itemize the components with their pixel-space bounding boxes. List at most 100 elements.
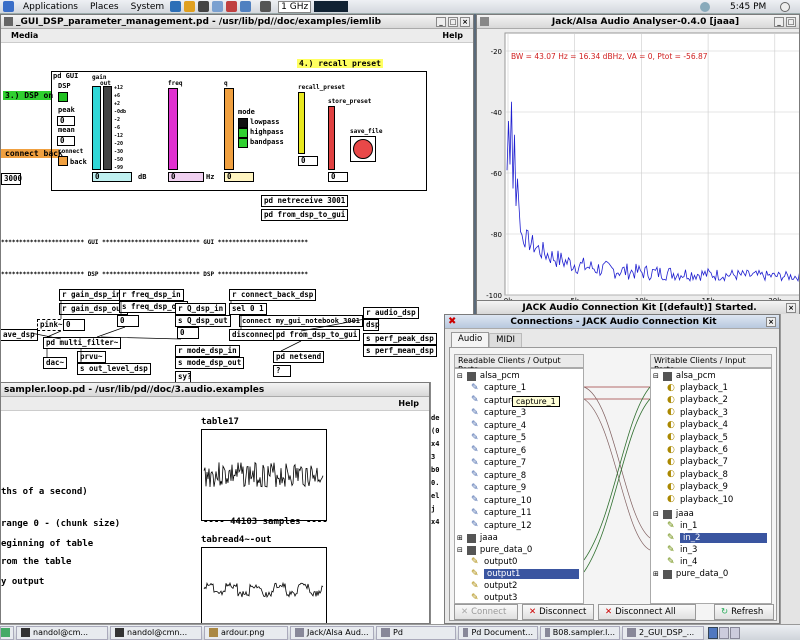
taskbar-item[interactable]: ardour.png xyxy=(204,625,288,640)
taskbar-item[interactable]: nandol@cm... xyxy=(16,625,108,640)
port-capture-8[interactable]: ✎ capture_8 xyxy=(471,471,526,481)
client-alsa-pcm-in[interactable]: ⊟ alsa_pcm xyxy=(653,371,716,381)
port-output2[interactable]: ✎ output2 xyxy=(471,581,517,591)
table17-array[interactable] xyxy=(201,429,327,521)
tabread-array[interactable] xyxy=(201,547,327,623)
port-playback-9[interactable]: ◐ playback_9 xyxy=(667,482,728,492)
close-button[interactable]: × xyxy=(460,17,470,27)
port-playback-1[interactable]: ◐ playback_1 xyxy=(667,383,728,393)
port-capture-7[interactable]: ✎ capture_7 xyxy=(471,458,526,468)
tab-audio[interactable]: Audio xyxy=(451,332,490,347)
waveform-trace xyxy=(203,461,324,488)
pd-main-titlebar[interactable]: _GUI_DSP_parameter_management.pd - /usr/… xyxy=(1,15,473,29)
port-output0[interactable]: ✎ output0 xyxy=(471,557,517,567)
port-capture-1[interactable]: ✎ capture_1 xyxy=(471,383,526,393)
port-capture-12[interactable]: ✎ capture_12 xyxy=(471,521,532,531)
menu-help[interactable]: Help xyxy=(442,31,463,40)
menu-system[interactable]: System xyxy=(125,2,171,12)
port-playback-5[interactable]: ◐ playback_5 xyxy=(667,433,728,443)
workspace-2[interactable] xyxy=(719,626,729,639)
port-playback-8[interactable]: ◐ playback_8 xyxy=(667,470,728,480)
port-playback-3[interactable]: ◐ playback_3 xyxy=(667,408,728,418)
speaker-icon: ◐ xyxy=(667,444,675,455)
disconnect-all-button[interactable]: ✕ Disconnect All xyxy=(598,604,696,620)
maximize-button[interactable]: □ xyxy=(448,17,458,27)
terminal-icon[interactable] xyxy=(198,1,210,12)
port-capture-6[interactable]: ✎ capture_6 xyxy=(471,446,526,456)
port-in-1[interactable]: ✎ in_1 xyxy=(667,521,697,531)
port-playback-2[interactable]: ◐ playback_2 xyxy=(667,395,728,405)
port-capture-4[interactable]: ✎ capture_4 xyxy=(471,421,526,431)
cpu-graph xyxy=(314,1,349,12)
minimize-button[interactable]: _ xyxy=(774,17,784,27)
tab-midi[interactable]: MIDI xyxy=(489,333,523,347)
client-label: jaaa xyxy=(479,533,498,543)
port-in-2[interactable]: ✎ in_2 xyxy=(667,533,767,543)
connections-titlebar[interactable]: ✖ Connections - JACK Audio Connection Ki… xyxy=(445,315,779,329)
power-icon[interactable] xyxy=(780,1,790,12)
monitor-icon[interactable] xyxy=(260,1,272,12)
writable-list[interactable]: ⊟ alsa_pcm ◐ playback_1 ◐ playback_2 ◐ playbac… xyxy=(650,368,772,604)
mail-icon[interactable] xyxy=(184,1,196,12)
sampler-canvas[interactable]: table17 ---- 44103 samples ---- tabread4… xyxy=(1,411,429,623)
taskbar-item[interactable]: B08.sampler.l... xyxy=(540,625,620,640)
port-output3[interactable]: ✎ output3 xyxy=(471,593,517,603)
menu-media[interactable]: Media xyxy=(11,31,38,40)
workspace-1[interactable] xyxy=(708,626,718,639)
workspace-switcher[interactable] xyxy=(708,626,740,639)
port-label: playback_3 xyxy=(680,407,728,418)
client-pure-data-in[interactable]: ⊞ pure_data_0 xyxy=(653,569,728,579)
port-playback-6[interactable]: ◐ playback_6 xyxy=(667,445,728,455)
client-alsa-pcm-out[interactable]: ⊟ alsa_pcm xyxy=(457,371,520,381)
port-in-3[interactable]: ✎ in_3 xyxy=(667,545,697,555)
pd-canvas[interactable]: 4.) recall preset 3.) DSP on connect bac… xyxy=(1,43,473,385)
port-output1[interactable]: ✎ output1 xyxy=(471,569,579,579)
port-capture-5[interactable]: ✎ capture_5 xyxy=(471,433,526,443)
connect-button[interactable]: ✕ Connect xyxy=(454,604,518,620)
port-capture-9[interactable]: ✎ capture_9 xyxy=(471,483,526,493)
qjackctl-title: JACK Audio Connection Kit [(default)] St… xyxy=(522,302,757,313)
volume-icon[interactable] xyxy=(700,1,710,12)
minimize-button[interactable]: _ xyxy=(436,17,446,27)
qjackctl-titlebar[interactable]: JACK Audio Connection Kit [(default)] St… xyxy=(477,301,799,315)
port-playback-7[interactable]: ◐ playback_7 xyxy=(667,457,728,467)
port-capture-11[interactable]: ✎ capture_11 xyxy=(471,508,532,518)
disconnect-all-icon: ✕ xyxy=(605,607,613,617)
port-playback-4[interactable]: ◐ playback_4 xyxy=(667,420,728,430)
clock[interactable]: 5:45 PM xyxy=(730,2,766,12)
close-button[interactable]: × xyxy=(766,317,776,327)
taskbar-item[interactable]: nandol@cmn... xyxy=(110,625,202,640)
taskbar-item[interactable]: 2_GUI_DSP_... xyxy=(622,625,704,640)
files-icon[interactable] xyxy=(212,1,224,12)
menu-help[interactable]: Help xyxy=(398,399,419,408)
browser-icon[interactable] xyxy=(170,1,182,12)
client-pure-data-out[interactable]: ⊟ pure_data_0 xyxy=(457,545,532,555)
menu-places[interactable]: Places xyxy=(84,2,125,12)
output-port-icon: ✎ xyxy=(471,457,479,468)
maximize-button[interactable]: □ xyxy=(786,17,796,27)
taskbar-item[interactable]: Jack/Alsa Aud... xyxy=(290,625,374,640)
port-label: capture_11 xyxy=(484,508,532,518)
workspace-3[interactable] xyxy=(730,626,740,639)
port-in-4[interactable]: ✎ in_4 xyxy=(667,557,697,567)
close-button[interactable]: × xyxy=(786,303,796,313)
analyser-titlebar[interactable]: Jack/Alsa Audio Analyser-0.4.0 [jaaa] _ … xyxy=(477,15,799,29)
client-jaaa-in[interactable]: ⊟ jaaa xyxy=(653,509,694,519)
taskbar-item[interactable]: Pd xyxy=(376,625,456,640)
help-icon[interactable] xyxy=(226,1,238,12)
refresh-button[interactable]: ↻ Refresh xyxy=(714,604,774,620)
port-label: playback_8 xyxy=(680,469,728,480)
gnome-foot-icon[interactable] xyxy=(3,1,14,12)
show-desktop-button[interactable] xyxy=(0,625,14,640)
samples-comment: ---- 44103 samples ---- xyxy=(203,517,328,527)
sampler-titlebar[interactable]: sampler.loop.pd - /usr/lib/pd//doc/3.aud… xyxy=(1,383,429,397)
spectrum-plot[interactable]: -20-40-60-80-100 0k5k10k15k20k BW = 43.0… xyxy=(477,29,800,302)
disconnect-button[interactable]: ✕ Disconnect xyxy=(522,604,594,620)
port-capture-3[interactable]: ✎ capture_3 xyxy=(471,408,526,418)
port-capture-10[interactable]: ✎ capture_10 xyxy=(471,496,532,506)
port-playback-10[interactable]: ◐ playback_10 xyxy=(667,495,733,505)
network-icon[interactable] xyxy=(240,1,252,12)
client-jaaa-out[interactable]: ⊞ jaaa xyxy=(457,533,498,543)
taskbar-item[interactable]: Pd Document... xyxy=(458,625,538,640)
menu-applications[interactable]: Applications xyxy=(17,2,84,12)
